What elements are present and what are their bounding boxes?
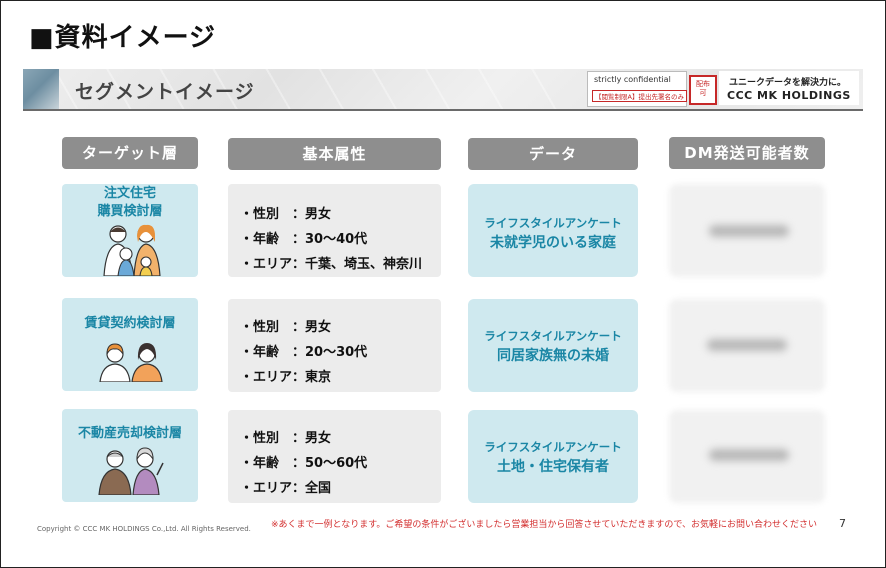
target-label: 賃貸契約検討層 — [84, 316, 176, 331]
attribute-card-3: ・性別 ：男女 ・年齢 ：50～60代 ・エリア：全国 — [228, 410, 441, 503]
header-attributes: 基本属性 — [228, 138, 441, 170]
attr-age: ・年齢 ：30～40代 — [240, 232, 368, 247]
data-source: ライフスタイルアンケート — [484, 216, 622, 230]
slide: ■資料イメージ セグメントイメージ strictly confidential … — [0, 0, 886, 568]
target-label: 注文住宅 購買検討層 — [97, 186, 163, 219]
page-number: 7 — [839, 517, 846, 530]
brand-box: ユニークデータを解決力に。 CCC MK HOLDINGS — [719, 71, 859, 105]
stamp-text: 配布 可 — [696, 80, 710, 97]
data-card-2: ライフスタイルアンケート 同居家族無の未婚 — [468, 299, 638, 392]
header-data: データ — [468, 138, 638, 170]
attribute-card-2: ・性別 ：男女 ・年齢 ：20～30代 ・エリア：東京 — [228, 299, 441, 392]
section-banner: セグメントイメージ strictly confidential 【閲覧制限A】提… — [23, 69, 863, 111]
data-card-3: ライフスタイルアンケート 土地・住宅保有者 — [468, 410, 638, 503]
attr-gender: ・性別 ：男女 — [240, 320, 332, 335]
attr-area: ・エリア：全国 — [240, 481, 332, 496]
attribute-card-1: ・性別 ：男女 ・年齢 ：30～40代 ・エリア：千葉、埼玉、神奈川 — [228, 184, 441, 277]
target-card-1: 注文住宅 購買検討層 — [62, 184, 198, 277]
confidential-sub: 【閲覧制限A】提出先署名のみ — [592, 90, 687, 102]
data-source: ライフスタイルアンケート — [484, 440, 622, 454]
data-label: 未就学児のいる家庭 — [490, 235, 616, 251]
attr-age: ・年齢 ：20～30代 — [240, 345, 368, 360]
data-label: 土地・住宅保有者 — [497, 459, 609, 475]
header-target: ターゲット層 — [62, 137, 198, 169]
elderly-couple-illustration-icon — [98, 447, 164, 495]
attr-gender: ・性別 ：男女 — [240, 431, 332, 446]
target-label: 不動産売却検討層 — [77, 426, 182, 441]
distribution-stamp: 配布 可 — [689, 75, 717, 105]
brand-logo: CCC MK HOLDINGS — [727, 89, 851, 102]
dm-count-redacted-2 — [707, 339, 787, 351]
family-illustration-icon — [103, 224, 161, 276]
banner-photo — [23, 69, 59, 109]
attr-area: ・エリア：東京 — [240, 370, 332, 385]
data-source: ライフスタイルアンケート — [484, 329, 622, 343]
brand-tagline: ユニークデータを解決力に。 — [729, 78, 847, 88]
header-dm-count: DM発送可能者数 — [669, 137, 825, 169]
data-card-1: ライフスタイルアンケート 未就学児のいる家庭 — [468, 184, 638, 277]
disclaimer-note: ※あくまで一例となります。ご希望の条件がございましたら営業担当から回答させていた… — [271, 520, 818, 530]
dm-count-redacted-1 — [709, 225, 789, 237]
target-card-3: 不動産売却検討層 — [62, 409, 198, 502]
dm-count-redacted-3 — [709, 449, 789, 461]
page-title: ■資料イメージ — [29, 23, 217, 53]
target-card-2: 賃貸契約検討層 — [62, 298, 198, 391]
attr-area: ・エリア：千葉、埼玉、神奈川 — [240, 257, 423, 272]
banner-title: セグメントイメージ — [75, 81, 255, 103]
confidential-box: strictly confidential 【閲覧制限A】提出先署名のみ — [587, 71, 687, 107]
copyright: Copyright © CCC MK HOLDINGS Co.,Ltd. All… — [37, 525, 251, 533]
confidential-label: strictly confidential — [594, 75, 671, 84]
data-label: 同居家族無の未婚 — [497, 348, 609, 364]
attr-gender: ・性別 ：男女 — [240, 207, 332, 222]
attr-age: ・年齢 ：50～60代 — [240, 456, 368, 471]
couple-illustration-icon — [99, 343, 163, 382]
